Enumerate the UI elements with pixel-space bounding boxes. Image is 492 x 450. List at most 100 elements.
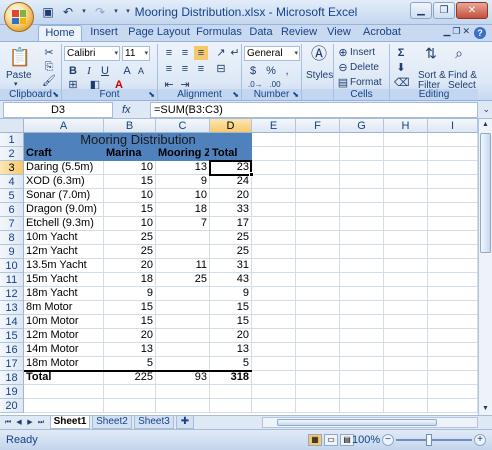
grid-cell[interactable] bbox=[340, 399, 384, 413]
value-cell[interactable]: 9 bbox=[156, 175, 210, 189]
value-cell[interactable]: 15 bbox=[210, 301, 252, 315]
grid-cell[interactable] bbox=[104, 399, 156, 413]
value-cell[interactable]: 13 bbox=[156, 161, 210, 175]
column-header-h[interactable]: H bbox=[384, 119, 428, 133]
value-cell[interactable] bbox=[156, 245, 210, 259]
first-sheet-icon[interactable]: ⏮ bbox=[3, 417, 13, 428]
grid-cell[interactable] bbox=[428, 133, 478, 147]
column-header-f[interactable]: F bbox=[296, 119, 340, 133]
sheet-tab-1[interactable]: Sheet1 bbox=[50, 416, 90, 429]
bold-button[interactable]: B bbox=[66, 64, 80, 78]
select-all-corner[interactable] bbox=[0, 119, 24, 133]
format-cells-icon[interactable]: ▤ bbox=[336, 76, 350, 90]
grid-cell[interactable] bbox=[104, 385, 156, 399]
paste-dropdown-icon[interactable]: ▾ bbox=[14, 80, 18, 88]
row-header-6[interactable]: 6 bbox=[0, 203, 24, 217]
grid-cell[interactable] bbox=[384, 371, 428, 385]
row-header-9[interactable]: 9 bbox=[0, 245, 24, 259]
column-header-a[interactable]: A bbox=[24, 119, 104, 133]
grid-cell[interactable] bbox=[252, 301, 296, 315]
currency-button[interactable]: $ bbox=[246, 64, 260, 78]
grid-cell[interactable] bbox=[252, 357, 296, 371]
grid-cell[interactable] bbox=[296, 147, 340, 161]
value-cell[interactable]: 10 bbox=[156, 189, 210, 203]
value-cell[interactable]: 43 bbox=[210, 273, 252, 287]
row-header-3[interactable]: 3 bbox=[0, 161, 24, 175]
grid-cell[interactable] bbox=[340, 315, 384, 329]
horizontal-scrollbar[interactable] bbox=[262, 417, 478, 428]
craft-cell[interactable]: 12m Motor bbox=[24, 329, 104, 343]
grid-cell[interactable] bbox=[384, 315, 428, 329]
row-header-12[interactable]: 12 bbox=[0, 287, 24, 301]
value-cell[interactable]: 20 bbox=[104, 329, 156, 343]
grid-cell[interactable] bbox=[384, 133, 428, 147]
normal-view-icon[interactable]: ▦ bbox=[308, 434, 322, 446]
grid-cell[interactable] bbox=[296, 343, 340, 357]
minimize-icon[interactable]: ▁ bbox=[410, 2, 432, 19]
font-name-dropdown-icon[interactable]: ▾ bbox=[114, 47, 118, 60]
value-cell[interactable] bbox=[156, 287, 210, 301]
craft-cell[interactable]: XOD (6.3m) bbox=[24, 175, 104, 189]
shrink-font-icon[interactable]: A bbox=[134, 64, 148, 78]
worksheet-grid[interactable]: A B C D E F G H I 1 2 3 4 5 6 7 8 9 10 11 12 13 14 15 16 17 18 19 20… bbox=[0, 119, 492, 415]
tab-view[interactable]: View bbox=[324, 25, 354, 41]
grid-cell[interactable] bbox=[296, 399, 340, 413]
underline-button[interactable]: U bbox=[98, 64, 112, 78]
grid-cell[interactable] bbox=[384, 147, 428, 161]
craft-cell[interactable]: 10m Motor bbox=[24, 315, 104, 329]
workbook-close-icon[interactable]: ✕ bbox=[462, 26, 470, 37]
total-label[interactable]: Total bbox=[24, 371, 104, 385]
grid-cell[interactable] bbox=[384, 259, 428, 273]
craft-cell[interactable]: 14m Motor bbox=[24, 343, 104, 357]
grid-cell[interactable] bbox=[340, 231, 384, 245]
page-layout-view-icon[interactable]: ▭ bbox=[324, 434, 338, 446]
value-cell[interactable]: 10 bbox=[104, 161, 156, 175]
sheet-title[interactable]: Mooring Distribution bbox=[24, 133, 252, 147]
grid-cell[interactable] bbox=[428, 203, 478, 217]
copy-icon[interactable]: ⎘ bbox=[42, 60, 56, 74]
grid-cell[interactable] bbox=[428, 273, 478, 287]
column-heading-1[interactable]: Marina bbox=[104, 147, 156, 161]
insert-function-icon[interactable]: fx bbox=[122, 104, 131, 116]
value-cell[interactable]: 20 bbox=[210, 329, 252, 343]
craft-cell[interactable]: Sonar (7.0m) bbox=[24, 189, 104, 203]
craft-cell[interactable]: 10m Yacht bbox=[24, 231, 104, 245]
value-cell[interactable] bbox=[156, 357, 210, 371]
grid-cell[interactable] bbox=[296, 273, 340, 287]
value-cell[interactable]: 15 bbox=[104, 203, 156, 217]
grid-cell[interactable] bbox=[296, 315, 340, 329]
value-cell[interactable]: 33 bbox=[210, 203, 252, 217]
office-button[interactable] bbox=[4, 2, 34, 32]
craft-cell[interactable]: 18m Yacht bbox=[24, 287, 104, 301]
grid-cell[interactable] bbox=[24, 399, 104, 413]
tab-data[interactable]: Data bbox=[246, 25, 276, 41]
grid-cell[interactable] bbox=[210, 385, 252, 399]
row-header-1[interactable]: 1 bbox=[0, 133, 24, 147]
row-header-5[interactable]: 5 bbox=[0, 189, 24, 203]
sheet-tab-2[interactable]: Sheet2 bbox=[92, 416, 132, 429]
tab-review[interactable]: Review bbox=[280, 25, 318, 41]
expand-formula-bar-icon[interactable]: ⌄ bbox=[482, 104, 490, 115]
total-value[interactable]: 225 bbox=[104, 371, 156, 385]
grid-cell[interactable] bbox=[340, 357, 384, 371]
insert-cells-button[interactable]: Insert bbox=[350, 47, 375, 58]
value-cell[interactable]: 13 bbox=[210, 343, 252, 357]
value-cell[interactable]: 25 bbox=[210, 245, 252, 259]
row-header-19[interactable]: 19 bbox=[0, 385, 24, 399]
grid-cell[interactable] bbox=[384, 357, 428, 371]
grid-cell[interactable] bbox=[340, 203, 384, 217]
craft-cell[interactable]: 18m Motor bbox=[24, 357, 104, 371]
value-cell[interactable]: 9 bbox=[104, 287, 156, 301]
value-cell[interactable] bbox=[156, 301, 210, 315]
row-header-20[interactable]: 20 bbox=[0, 399, 24, 413]
grid-cell[interactable] bbox=[340, 287, 384, 301]
value-cell[interactable]: 24 bbox=[210, 175, 252, 189]
grid-cell[interactable] bbox=[384, 287, 428, 301]
zoom-slider-track[interactable] bbox=[396, 439, 472, 441]
row-header-11[interactable]: 11 bbox=[0, 273, 24, 287]
number-format-dropdown-icon[interactable]: ▾ bbox=[294, 47, 298, 60]
grid-cell[interactable] bbox=[340, 217, 384, 231]
value-cell[interactable]: 10 bbox=[104, 189, 156, 203]
zoom-level[interactable]: 100% bbox=[352, 434, 380, 446]
grid-cell[interactable] bbox=[384, 231, 428, 245]
